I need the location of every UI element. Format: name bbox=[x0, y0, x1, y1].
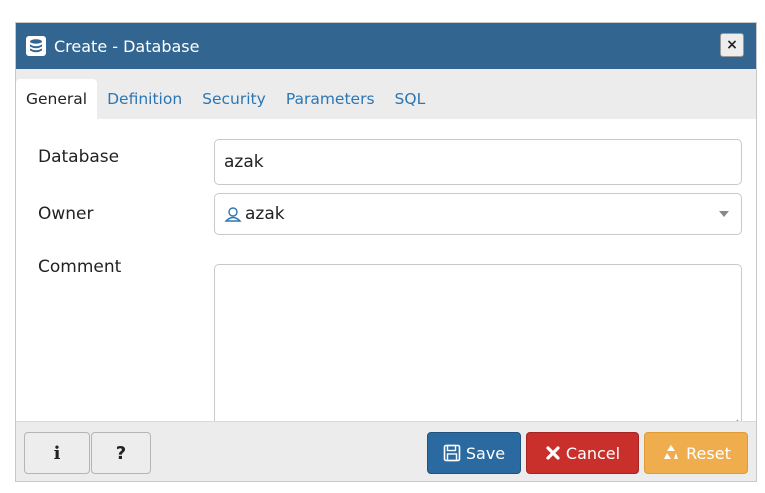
save-button[interactable]: Save bbox=[427, 432, 521, 474]
recycle-icon bbox=[661, 443, 681, 463]
dialog-title: Create - Database bbox=[54, 36, 200, 56]
tab-general[interactable]: General bbox=[16, 79, 98, 119]
reset-button[interactable]: Reset bbox=[644, 432, 748, 474]
tab-list: General Definition Security Parameters S… bbox=[16, 79, 435, 119]
info-icon: i bbox=[53, 442, 61, 464]
owner-label: Owner bbox=[38, 204, 94, 224]
cancel-button-label: Cancel bbox=[565, 443, 621, 463]
user-icon bbox=[224, 205, 242, 223]
info-button[interactable]: i bbox=[24, 432, 90, 474]
owner-select[interactable]: azak bbox=[214, 193, 742, 235]
cancel-button[interactable]: Cancel bbox=[526, 432, 639, 474]
close-button[interactable]: × bbox=[720, 33, 744, 57]
reset-button-label: Reset bbox=[686, 443, 731, 463]
database-label: Database bbox=[38, 147, 120, 167]
database-input[interactable]: azak bbox=[214, 139, 742, 185]
chevron-down-icon[interactable] bbox=[719, 211, 729, 217]
help-button[interactable]: ? bbox=[91, 432, 151, 474]
database-input-value: azak bbox=[224, 152, 264, 172]
close-icon: × bbox=[726, 37, 738, 53]
database-icon bbox=[26, 36, 46, 56]
owner-select-value: azak bbox=[245, 204, 285, 224]
dialog-titlebar[interactable]: Create - Database × bbox=[16, 23, 756, 69]
close-icon bbox=[545, 445, 561, 461]
floppy-disk-icon bbox=[443, 444, 461, 462]
create-database-dialog: Create - Database × General Definition S… bbox=[15, 22, 757, 482]
general-tab-panel: Database azak Owner azak Comment bbox=[16, 119, 756, 428]
dialog-footer: i ? Save Cancel Reset bbox=[16, 421, 756, 481]
help-icon: ? bbox=[115, 442, 127, 464]
comment-label: Comment bbox=[38, 257, 122, 277]
tab-security[interactable]: Security bbox=[192, 79, 276, 119]
save-button-label: Save bbox=[465, 443, 506, 463]
tab-parameters[interactable]: Parameters bbox=[276, 79, 385, 119]
tab-sql[interactable]: SQL bbox=[385, 79, 436, 119]
comment-textarea[interactable] bbox=[214, 264, 742, 428]
tab-definition[interactable]: Definition bbox=[97, 79, 192, 119]
